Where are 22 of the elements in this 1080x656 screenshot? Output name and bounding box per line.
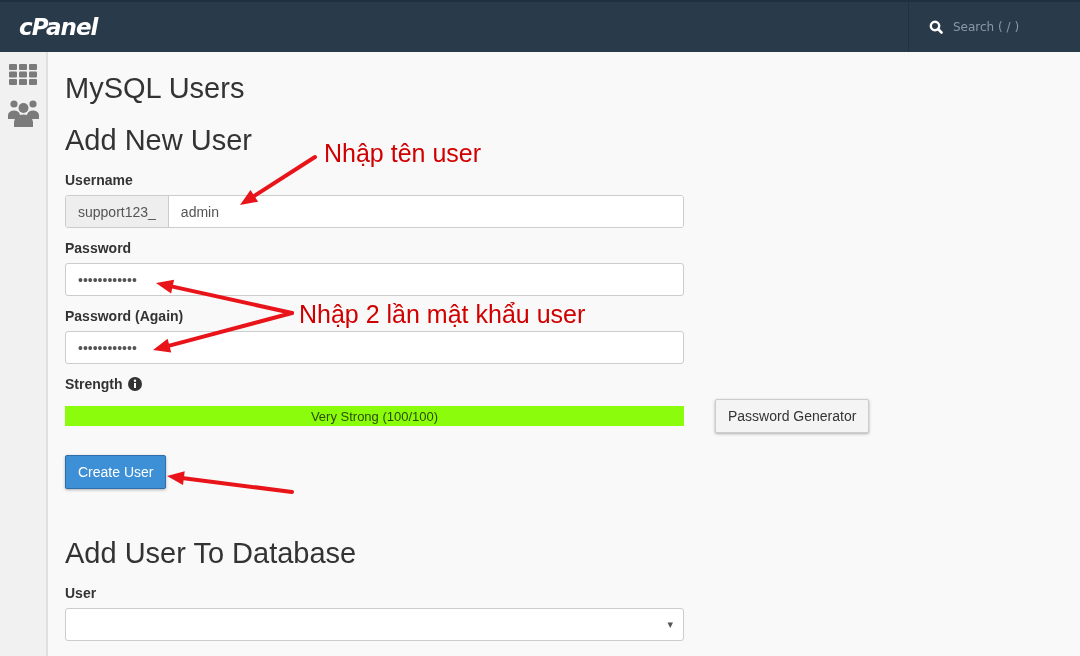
- user-select[interactable]: ▾: [65, 608, 684, 641]
- field-label: Password (Again): [65, 308, 184, 324]
- search-icon: [929, 20, 943, 34]
- password-field[interactable]: ••••••••••••: [65, 331, 684, 364]
- strength-reading: Very Strong (100/100): [309, 407, 440, 426]
- info-icon[interactable]: [127, 377, 142, 391]
- annotation-text: Nhập 2 lần mật khẩu user: [299, 300, 586, 329]
- field-label: Strength: [65, 376, 123, 392]
- field-label: Password: [65, 240, 132, 256]
- cpanel-logo[interactable]: cPanel: [19, 14, 98, 40]
- field-label: User: [65, 585, 97, 601]
- users-icon[interactable]: [7, 99, 39, 127]
- field-label: Username: [65, 172, 133, 188]
- section-heading: Add New User: [65, 124, 252, 158]
- grid-icon[interactable]: [8, 64, 38, 85]
- search-field[interactable]: Search ( / ): [908, 2, 1080, 52]
- annotation-text: Nhập tên user: [324, 139, 482, 168]
- password-generator-button[interactable]: Password Generator: [715, 399, 870, 433]
- page-title: MySQL Users: [65, 72, 245, 106]
- section-heading: Add User To Database: [65, 537, 357, 571]
- password-field[interactable]: ••••••••••••: [65, 263, 684, 296]
- username-field[interactable]: support123_ admin: [65, 195, 684, 228]
